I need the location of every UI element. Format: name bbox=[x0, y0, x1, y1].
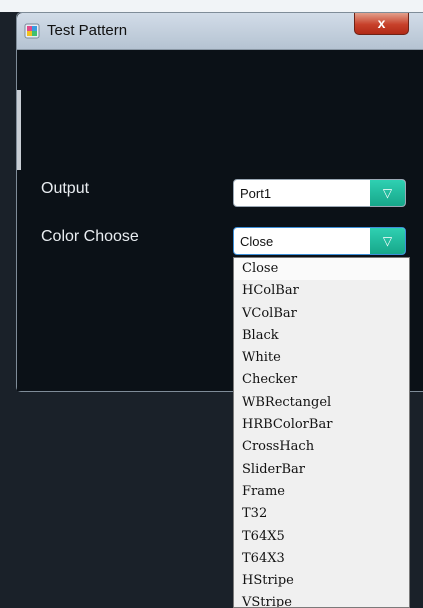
dropdown-option[interactable]: HStripe bbox=[234, 570, 409, 592]
dropdown-options: Close HColBar VColBar Black White Checke… bbox=[234, 258, 409, 607]
close-icon: x bbox=[377, 15, 386, 31]
scrollbar[interactable] bbox=[17, 90, 21, 170]
window-title: Test Pattern bbox=[47, 22, 128, 39]
output-select[interactable]: Port1 ▽ bbox=[233, 179, 406, 207]
dropdown-option[interactable]: WBRectangel bbox=[234, 392, 409, 414]
desktop-strip bbox=[0, 0, 423, 12]
dropdown-option[interactable]: Close bbox=[234, 258, 409, 281]
output-label: Output bbox=[41, 180, 90, 197]
dropdown-option[interactable]: Checker bbox=[234, 369, 409, 391]
dropdown-option[interactable]: CrossHach bbox=[234, 436, 409, 458]
dropdown-option[interactable]: White bbox=[234, 347, 409, 369]
dropdown-option[interactable]: VColBar bbox=[234, 303, 409, 325]
dropdown-option[interactable]: Frame bbox=[234, 481, 409, 503]
color-choose-select-value: Close bbox=[240, 234, 274, 249]
close-button[interactable]: x bbox=[354, 13, 409, 35]
dropdown-option[interactable]: HColBar bbox=[234, 280, 409, 302]
color-choose-dropdown-list: Close HColBar VColBar Black White Checke… bbox=[233, 257, 410, 608]
dropdown-option[interactable]: HRBColorBar bbox=[234, 414, 409, 436]
chevron-down-icon[interactable]: ▽ bbox=[370, 180, 405, 206]
title-bar[interactable]: Test Pattern x bbox=[17, 13, 423, 50]
dropdown-option[interactable]: T64X5 bbox=[234, 526, 409, 548]
dropdown-option[interactable]: T32 bbox=[234, 503, 409, 525]
dropdown-option[interactable]: SliderBar bbox=[234, 459, 409, 481]
dropdown-option[interactable]: Black bbox=[234, 325, 409, 347]
color-choose-select[interactable]: Close ▽ bbox=[233, 227, 406, 255]
chevron-down-icon[interactable]: ▽ bbox=[370, 228, 405, 254]
dropdown-option[interactable]: VStripe bbox=[234, 592, 409, 607]
output-select-value: Port1 bbox=[240, 186, 272, 201]
app-icon bbox=[24, 23, 40, 39]
color-choose-label: Color Choose bbox=[41, 228, 139, 245]
dropdown-option[interactable]: T64X3 bbox=[234, 548, 409, 570]
